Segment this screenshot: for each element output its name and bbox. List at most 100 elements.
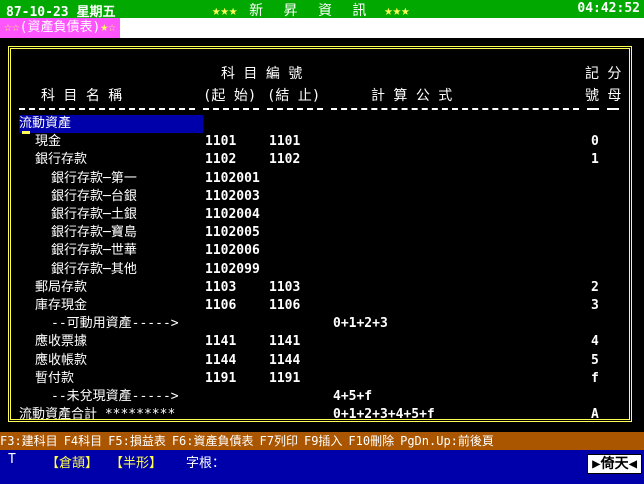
status-bar: T 【倉頡】 【半形】 字根： ▶倚天◀ [0,450,644,484]
account-name[interactable]: 庫存現金 [35,297,87,315]
star-icon: ★★★ [212,3,238,19]
header-rule [607,108,619,110]
star-icon: ★☆ [100,20,116,35]
header-rule [587,108,599,110]
account-name[interactable]: 銀行存款 [35,151,87,169]
table-row[interactable]: 現金 1101 1101 0 [11,133,631,151]
account-name[interactable]: 銀行存款─寶島 [51,224,137,242]
account-start-code: 1106 [205,298,237,313]
account-name[interactable]: --未兌現資產-----> [51,388,179,406]
function-key[interactable]: PgDn.Up:前後頁 [400,434,494,448]
account-end-code: 1102 [269,152,301,168]
header-rule [203,108,259,110]
header-class-bottom: 號 母 [585,88,622,104]
account-name[interactable]: 現金 [35,133,61,151]
account-name[interactable]: 暫付款 [35,370,74,388]
table-row[interactable]: 庫存現金 1106 1106 3 [11,297,631,315]
account-end-code: 1103 [269,279,301,295]
function-key[interactable]: F4科目 [64,434,102,448]
account-start-code: 1102003 [205,188,260,204]
header-class-top: 記 分 [585,66,622,82]
table-row[interactable]: 流動資產合計 ********* 0+1+2+3+4+5+f A [11,406,631,424]
account-start-code: 1103 [205,279,237,295]
account-name[interactable]: 銀行存款─台銀 [51,188,137,206]
function-key[interactable]: F6:資產負債表 [172,434,254,448]
brand-name: 新 昇 資 訊 [249,3,373,19]
class-code: 4 [591,334,599,350]
star-icon: ★★★ [384,3,410,19]
header-start: (起 始) [203,88,257,104]
account-start-code: 1102004 [205,207,260,222]
formula-cell: 0+1+2+3+4+5+f [333,407,435,423]
header-end: (結 止) [267,88,321,104]
formula-cell: 4+5+f [333,389,373,404]
account-end-code: 1191 [269,370,301,386]
star-icon: ☆☆ [4,20,20,35]
table-row[interactable]: 銀行存款─其他 1102099 [11,261,631,279]
account-name[interactable]: 銀行存款─世華 [51,242,137,260]
table-frame: 科 目 名 稱 科 目 編 號 (起 始) (結 止) 計 算 公 式 記 分 … [8,46,632,422]
table-row[interactable]: 銀行存款 1102 1102 1 [11,151,631,169]
table-row[interactable]: 銀行存款─第一 1102001 [11,170,631,188]
account-start-code: 1102001 [205,170,260,186]
function-key[interactable]: F7列印 [260,434,298,448]
function-key[interactable]: F5:損益表 [108,434,166,448]
account-start-code: 1144 [205,352,237,368]
class-code: 0 [591,134,599,150]
header-rule [19,108,195,110]
table-row[interactable]: 應收帳款 1144 1144 5 [11,352,631,370]
text-cursor [22,131,30,134]
formula-cell: 0+1+2+3 [333,316,388,332]
table-row[interactable]: 銀行存款─台銀 1102003 [11,188,631,206]
header-rule [331,108,579,110]
root-label: 字根： [186,456,226,471]
account-end-code: 1106 [269,298,301,313]
function-key[interactable]: F10刪除 [348,434,394,448]
function-key[interactable]: F3:建科目 [0,434,58,448]
window-title-text: (資產負債表) [19,20,101,35]
account-name[interactable]: 流動資產合計 ********* [19,406,175,424]
account-name[interactable]: 流動資產 [19,115,203,133]
width-indicator[interactable]: 【半形】 [110,452,162,471]
account-name[interactable]: 銀行存款─土銀 [51,206,137,224]
function-key[interactable]: F9插入 [304,434,342,448]
account-start-code: 1102099 [205,261,260,277]
class-code: f [591,370,599,386]
account-start-code: 1191 [205,370,237,386]
mode-indicator: T [8,452,16,467]
account-name[interactable]: 銀行存款─其他 [51,261,137,279]
account-start-code: 1102 [205,152,237,168]
class-code: 5 [591,352,599,368]
table-row[interactable]: --未兌現資產-----> 4+5+f [11,388,631,406]
table-row[interactable]: 銀行存款─寶島 1102005 [11,224,631,242]
table-row[interactable]: 銀行存款─土銀 1102004 [11,206,631,224]
window-title: ☆☆(資產負債表)★☆ [0,18,120,38]
header-rule [267,108,323,110]
account-name[interactable]: 應收帳款 [35,352,87,370]
account-name[interactable]: 郵局存款 [35,279,87,297]
header-name: 科 目 名 稱 [41,88,123,104]
table-row[interactable]: 暫付款 1191 1191 f [11,370,631,388]
ime-indicator[interactable]: 【倉頡】 [46,452,98,471]
account-start-code: 1101 [205,134,237,150]
table-row[interactable]: 郵局存款 1103 1103 2 [11,279,631,297]
account-name[interactable]: 銀行存款─第一 [51,170,137,188]
account-end-code: 1144 [269,352,301,368]
class-code: A [591,407,599,423]
table-row[interactable]: 銀行存款─世華 1102006 [11,242,631,260]
account-start-code: 1102005 [205,225,260,241]
top-bar: 87-10-23 星期五 ★★★ 新 昇 資 訊 ★★★ 04:42:52 [0,0,644,20]
brand-banner: ★★★ 新 昇 資 訊 ★★★ [212,0,412,20]
account-start-code: 1141 [205,334,237,350]
class-code: 3 [591,298,599,313]
table-row[interactable]: --可動用資產-----> 0+1+2+3 [11,315,631,333]
main-panel: 科 目 名 稱 科 目 編 號 (起 始) (結 止) 計 算 公 式 記 分 … [0,38,644,430]
account-name[interactable]: 應收票據 [35,333,87,351]
table-row[interactable]: 應收票據 1141 1141 4 [11,333,631,351]
eten-logo: ▶倚天◀ [587,454,642,474]
clock-label: 04:42:52 [577,1,640,16]
title-bar: ☆☆(資產負債表)★☆ [0,18,644,38]
account-end-code: 1101 [269,134,301,150]
account-name[interactable]: --可動用資產-----> [51,315,179,333]
table-row[interactable]: 流動資產 [11,115,631,133]
